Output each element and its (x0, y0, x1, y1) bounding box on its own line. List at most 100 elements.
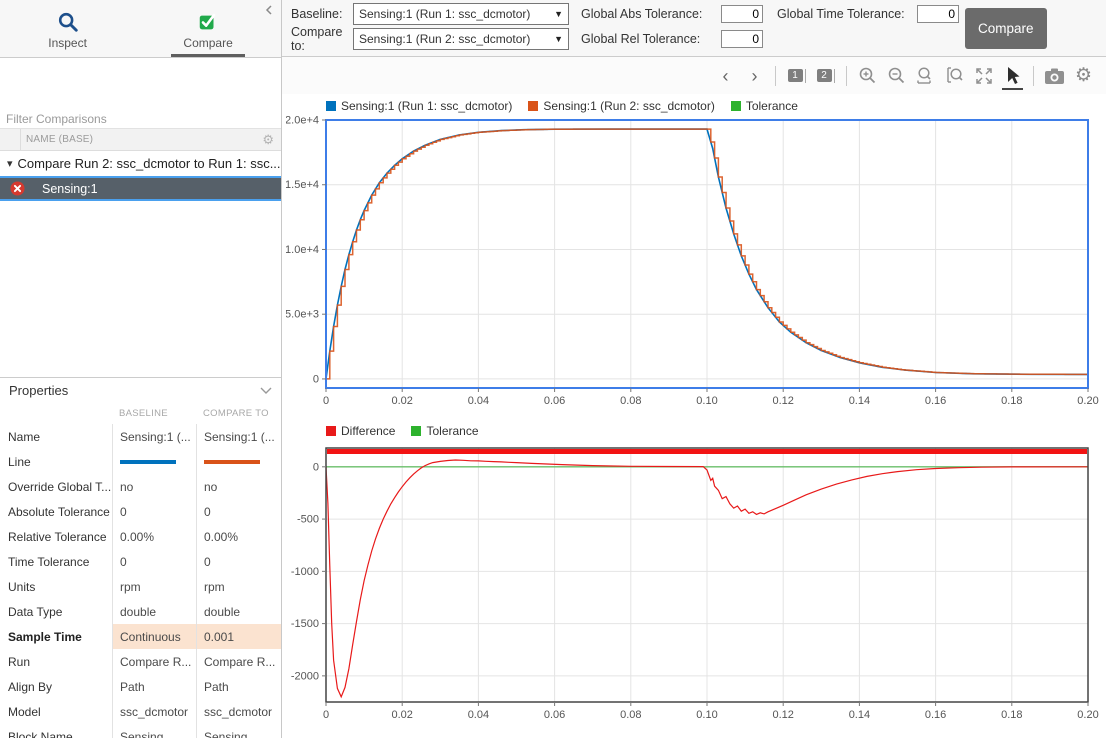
legend-label: Tolerance (426, 424, 478, 438)
camera-icon (1044, 67, 1065, 85)
baseline-select-value: Sensing:1 (Run 1: ssc_dcmotor) (359, 7, 530, 21)
next-view-button[interactable]: › (740, 63, 769, 89)
column-settings-gear-icon[interactable]: ⚙ (262, 133, 281, 146)
property-row-sample-time: Sample TimeContinuous0.001 (0, 624, 281, 649)
zoom-in-icon (858, 66, 878, 86)
legend-item: Tolerance (731, 99, 798, 113)
property-row-override-global-t-: Override Global T...nono (0, 474, 281, 499)
legend-label: Tolerance (746, 99, 798, 113)
property-baseline-value: Sensing:1 (... (112, 424, 196, 449)
legend-label: Sensing:1 (Run 2: ssc_dcmotor) (543, 99, 714, 113)
two-cursors-button[interactable]: 2 (811, 63, 840, 89)
property-label: Run (0, 655, 112, 669)
compare-checkbox-icon (197, 11, 219, 33)
property-compare-value: 0 (196, 499, 281, 524)
tab-inspect[interactable]: Inspect (34, 4, 101, 57)
property-row-name: NameSensing:1 (...Sensing:1 (... (0, 424, 281, 449)
filter-comparisons-input[interactable] (0, 110, 281, 129)
compare-line-swatch (204, 460, 260, 464)
properties-header[interactable]: Properties (0, 377, 281, 403)
legend-item: Difference (326, 424, 395, 438)
x-tick-label: 0.10 (696, 395, 717, 407)
one-cursor-button[interactable]: 1 (782, 63, 811, 89)
charts-area: Sensing:1 (Run 1: ssc_dcmotor) Sensing:1 … (282, 94, 1106, 738)
property-compare-value: Sensing:1 (... (196, 424, 281, 449)
cursor-1-icon: 1 (788, 69, 803, 82)
compare-to-select-value: Sensing:1 (Run 2: ssc_dcmotor) (359, 32, 530, 46)
legend-item: Sensing:1 (Run 2: ssc_dcmotor) (528, 99, 714, 113)
legend-swatch (326, 101, 336, 111)
global-abs-tolerance-label: Global Abs Tolerance: (581, 7, 721, 21)
zoom-in-y-button[interactable] (940, 63, 969, 89)
property-baseline-value: 0 (112, 549, 196, 574)
properties-panel: Properties BASELINE COMPARE TO NameSensi… (0, 377, 281, 738)
zoom-in-time-button[interactable] (911, 63, 940, 89)
y-tick-label: -2000 (291, 670, 319, 682)
x-tick-label: 0 (323, 709, 329, 721)
property-label: Align By (0, 680, 112, 694)
zoom-x-icon (916, 66, 936, 86)
signal-row-sensing1[interactable]: Sensing:1 (0, 176, 281, 201)
zoom-in-button[interactable] (853, 63, 882, 89)
previous-view-button[interactable]: ‹ (711, 63, 740, 89)
comparison-group-row[interactable]: ▾ Compare Run 2: ssc_dcmotor to Run 1: s… (0, 151, 281, 176)
chevron-down-icon (260, 387, 272, 395)
global-abs-tolerance-input[interactable] (721, 5, 763, 23)
y-tick-label: 5.0e+3 (286, 309, 319, 321)
tab-inspect-label: Inspect (48, 36, 87, 50)
x-tick-label: 0.04 (468, 709, 489, 721)
baseline-line-swatch (120, 460, 176, 464)
x-tick-label: 0.14 (849, 709, 870, 721)
property-label: Absolute Tolerance (0, 505, 112, 519)
property-label: Sample Time (0, 630, 112, 644)
difference-plot[interactable]: 00.020.040.060.080.100.120.140.160.180.2… (286, 441, 1104, 729)
property-compare-value: Compare R... (196, 649, 281, 674)
signals-chart: Sensing:1 (Run 1: ssc_dcmotor) Sensing:1 … (286, 96, 1106, 417)
tab-compare-label: Compare (183, 36, 232, 50)
baseline-select[interactable]: Sensing:1 (Run 1: ssc_dcmotor) ▼ (353, 3, 569, 25)
y-tick-label: 1.5e+4 (286, 179, 319, 191)
pointer-tool-button[interactable] (998, 63, 1027, 89)
compare-button[interactable]: Compare (965, 8, 1047, 49)
legend-item: Tolerance (411, 424, 478, 438)
collapse-panel-icon[interactable] (264, 4, 274, 16)
compare-to-label: Compare to: (291, 25, 353, 53)
property-label: Block Name (0, 730, 112, 738)
signals-chart-legend: Sensing:1 (Run 1: ssc_dcmotor) Sensing:1 … (326, 96, 1106, 116)
cursor-line (805, 69, 806, 83)
property-label: Line (0, 455, 112, 469)
property-row-time-tolerance: Time Tolerance00 (0, 549, 281, 574)
legend-swatch (731, 101, 741, 111)
property-row-line: Line (0, 449, 281, 474)
caret-down-icon[interactable]: ▾ (7, 157, 13, 170)
x-tick-label: 0.12 (772, 709, 793, 721)
name-base-column-header: NAME (BASE) (21, 134, 262, 145)
legend-item: Sensing:1 (Run 1: ssc_dcmotor) (326, 99, 512, 113)
tab-compare[interactable]: Compare (169, 4, 246, 57)
compare-to-select[interactable]: Sensing:1 (Run 2: ssc_dcmotor) ▼ (353, 28, 569, 50)
property-baseline-value: double (112, 599, 196, 624)
property-label: Name (0, 430, 112, 444)
property-compare-value: rpm (196, 574, 281, 599)
signals-plot[interactable]: 00.020.040.060.080.100.120.140.160.180.2… (286, 116, 1104, 412)
chevron-left-icon: ‹ (723, 67, 729, 85)
fit-to-view-button[interactable] (969, 63, 998, 89)
global-rel-tolerance-input[interactable] (721, 30, 763, 48)
zoom-out-button[interactable] (882, 63, 911, 89)
x-tick-label: 0.16 (925, 709, 946, 721)
toolbar-divider (775, 66, 776, 86)
x-tick-label: 0 (323, 395, 329, 407)
property-baseline-value: Compare R... (112, 649, 196, 674)
right-panel: Baseline: Sensing:1 (Run 1: ssc_dcmotor)… (282, 0, 1106, 738)
y-tick-label: -1000 (291, 566, 319, 578)
x-tick-label: 0.08 (620, 395, 641, 407)
property-row-align-by: Align ByPathPath (0, 674, 281, 699)
difference-chart: DifferenceTolerance 00.020.040.060.080.1… (286, 421, 1106, 734)
global-time-tolerance-input[interactable] (917, 5, 959, 23)
settings-button[interactable]: ⚙ (1069, 63, 1098, 89)
property-baseline-value: 0.00% (112, 524, 196, 549)
y-tick-label: 1.0e+4 (286, 244, 319, 256)
snapshot-button[interactable] (1040, 63, 1069, 89)
legend-swatch (411, 426, 421, 436)
y-tick-label: 0 (313, 461, 319, 473)
